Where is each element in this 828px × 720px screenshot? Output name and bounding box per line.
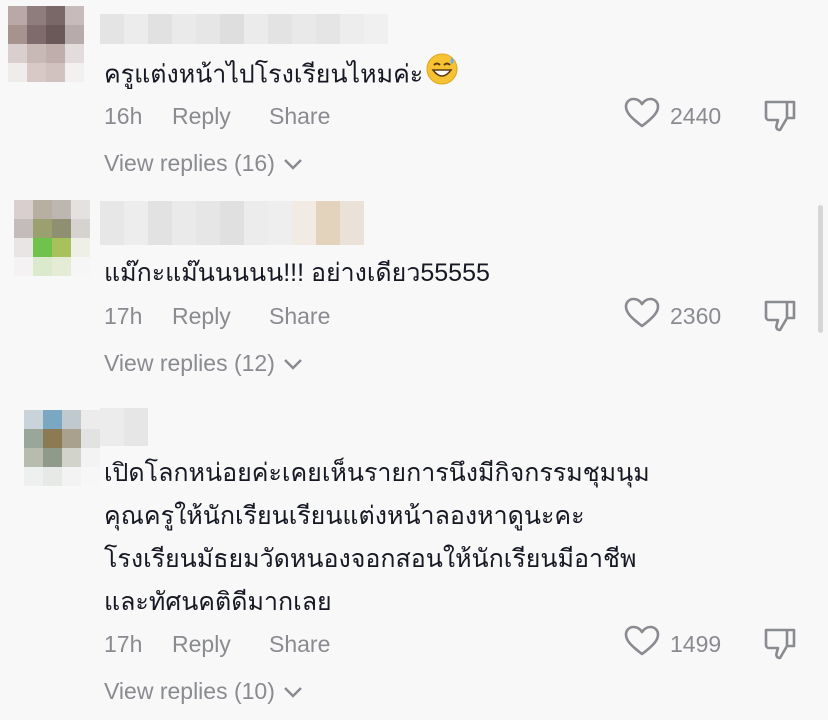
comment-meta: 17h Reply Share bbox=[104, 629, 330, 659]
reply-button[interactable]: Reply bbox=[172, 631, 269, 658]
comment-text: แม๊กะแม๊นนนนน!!! อย่างเดียว55555 bbox=[104, 252, 738, 295]
heart-outline-icon bbox=[624, 297, 670, 335]
comment-text-content: ครูแต่งหน้าไปโรงเรียนไหมค่ะ bbox=[104, 60, 424, 89]
like-count: 2360 bbox=[670, 302, 722, 329]
share-button[interactable]: Share bbox=[269, 631, 330, 658]
comment-text-line: และทัศนคติดีมากเลย bbox=[104, 588, 332, 616]
view-replies-button[interactable]: View replies (16) bbox=[104, 150, 303, 177]
view-replies-label: View replies (10) bbox=[104, 678, 275, 704]
thumbs-down-icon[interactable] bbox=[762, 626, 798, 662]
view-replies-button[interactable]: View replies (10) bbox=[104, 678, 303, 705]
username-blurred[interactable] bbox=[100, 201, 364, 245]
scrollbar[interactable] bbox=[818, 205, 823, 333]
heart-outline-icon bbox=[624, 625, 670, 663]
reply-button[interactable]: Reply bbox=[172, 103, 269, 130]
like-button[interactable]: 2440 bbox=[624, 97, 722, 135]
username-blurred[interactable] bbox=[100, 14, 388, 44]
share-button[interactable]: Share bbox=[269, 103, 330, 130]
comment-text-content: แม๊กะแม๊นนนนน!!! อย่างเดียว55555 bbox=[104, 259, 490, 287]
grinning-sweat-emoji-icon bbox=[425, 52, 459, 100]
view-replies-label: View replies (12) bbox=[104, 350, 275, 376]
like-button[interactable]: 1499 bbox=[624, 625, 722, 663]
username-blurred[interactable] bbox=[100, 408, 148, 446]
comment-meta: 17h Reply Share bbox=[104, 301, 330, 331]
thumbs-down-icon[interactable] bbox=[762, 98, 798, 134]
view-replies-button[interactable]: View replies (12) bbox=[104, 350, 303, 377]
comment-meta: 16h Reply Share bbox=[104, 101, 330, 131]
comment-text: ครูแต่งหน้าไปโรงเรียนไหมค่ะ bbox=[104, 52, 738, 100]
comment-timestamp: 17h bbox=[104, 630, 143, 657]
comment-text: เปิดโลกหน่อยค่ะเคยเห็นรายการนึงมีกิจกรรม… bbox=[104, 452, 738, 624]
comment-text-line: โรงเรียนมัธยมวัดหนองจอกสอนให้นักเรียนมีอ… bbox=[104, 545, 637, 573]
view-replies-label: View replies (16) bbox=[104, 150, 275, 176]
comment-timestamp: 17h bbox=[104, 302, 143, 329]
chevron-down-icon bbox=[275, 678, 303, 705]
thumbs-down-icon[interactable] bbox=[762, 298, 798, 334]
reply-button[interactable]: Reply bbox=[172, 303, 269, 330]
avatar[interactable] bbox=[14, 200, 90, 276]
share-button[interactable]: Share bbox=[269, 303, 330, 330]
comment-timestamp: 16h bbox=[104, 102, 143, 129]
chevron-down-icon bbox=[275, 350, 303, 377]
chevron-down-icon bbox=[275, 150, 303, 177]
like-button[interactable]: 2360 bbox=[624, 297, 722, 335]
avatar[interactable] bbox=[24, 410, 100, 486]
heart-outline-icon bbox=[624, 97, 670, 135]
like-count: 1499 bbox=[670, 630, 722, 657]
avatar[interactable] bbox=[8, 6, 84, 82]
comment-text-line: คุณครูให้นักเรียนเรียนแต่งหน้าลองหาดูนะค… bbox=[104, 502, 585, 530]
like-count: 2440 bbox=[670, 102, 722, 129]
comment-text-line: เปิดโลกหน่อยค่ะเคยเห็นรายการนึงมีกิจกรรม… bbox=[104, 459, 650, 487]
